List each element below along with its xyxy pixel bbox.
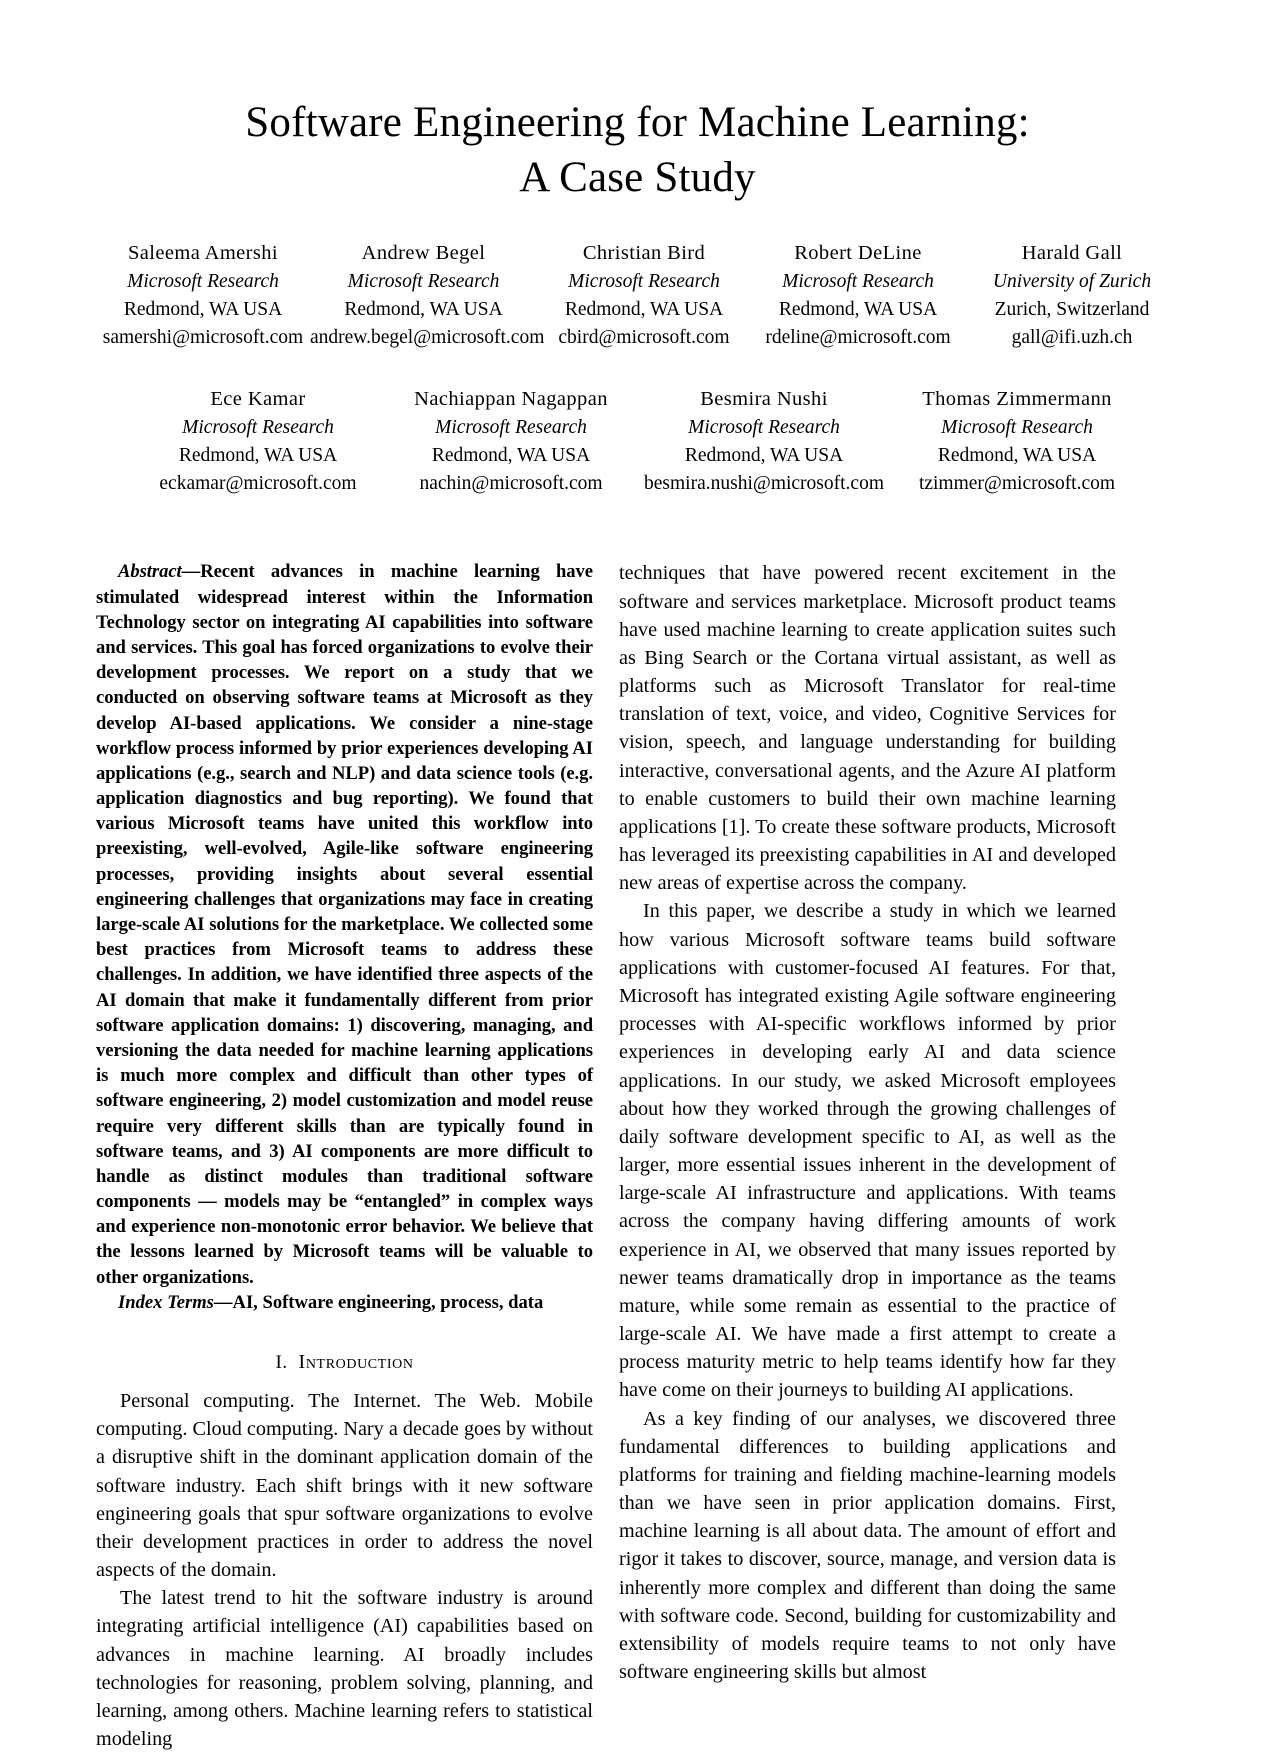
author-affiliation: Microsoft Research bbox=[347, 271, 500, 293]
abstract-paragraph: Abstract—Recent advances in machine lear… bbox=[96, 559, 593, 1289]
index-terms-dash: — bbox=[213, 1291, 233, 1313]
paper-title-block: Software Engineering for Machine Learnin… bbox=[0, 0, 1275, 205]
author-name: Besmira Nushi bbox=[700, 388, 828, 411]
author-entry: Nachiappan Nagappan Microsoft Research R… bbox=[385, 385, 638, 497]
author-location: Redmond, WA USA bbox=[564, 298, 724, 320]
author-email: tzimmer@microsoft.com bbox=[918, 472, 1116, 494]
author-email: nachin@microsoft.com bbox=[419, 472, 603, 494]
author-entry: Saleema Amershi Microsoft Research Redmo… bbox=[96, 239, 310, 351]
author-name: Thomas Zimmermann bbox=[922, 388, 1112, 411]
intro-paragraph-5: As a key finding of our analyses, we dis… bbox=[619, 1407, 1116, 1684]
author-email: gall@ifi.uzh.ch bbox=[1011, 326, 1133, 348]
author-affiliation: Microsoft Research bbox=[435, 417, 587, 439]
paper-title-line-1: Software Engineering for Machine Learnin… bbox=[245, 99, 1030, 146]
intro-paragraph-2: The latest trend to hit the software ind… bbox=[96, 1587, 593, 1751]
author-name: Harald Gall bbox=[1021, 242, 1123, 265]
author-entry: Thomas Zimmermann Microsoft Research Red… bbox=[891, 385, 1144, 497]
author-email: samershi@microsoft.com bbox=[102, 326, 304, 348]
author-location: Redmond, WA USA bbox=[123, 298, 283, 320]
author-affiliation: Microsoft Research bbox=[568, 271, 720, 293]
author-email: rdeline@microsoft.com bbox=[765, 326, 951, 348]
author-location: Zurich, Switzerland bbox=[994, 298, 1150, 320]
author-email: eckamar@microsoft.com bbox=[159, 472, 357, 494]
author-location: Redmond, WA USA bbox=[431, 445, 591, 467]
author-affiliation: Microsoft Research bbox=[688, 417, 840, 439]
author-block: Saleema Amershi Microsoft Research Redmo… bbox=[0, 239, 1275, 497]
author-location: Redmond, WA USA bbox=[778, 298, 938, 320]
author-name: Christian Bird bbox=[582, 242, 706, 265]
author-name: Ece Kamar bbox=[210, 388, 306, 411]
body-columns: Abstract—Recent advances in machine lear… bbox=[0, 559, 1275, 1753]
section-title: Introduction bbox=[298, 1351, 414, 1374]
author-row-2: Ece Kamar Microsoft Research Redmond, WA… bbox=[95, 385, 1180, 497]
author-entry: Andrew Begel Microsoft Research Redmond,… bbox=[310, 239, 545, 351]
author-email: andrew.begel@microsoft.com bbox=[310, 326, 545, 348]
author-affiliation: Microsoft Research bbox=[782, 271, 934, 293]
author-entry: Besmira Nushi Microsoft Research Redmond… bbox=[638, 385, 891, 497]
intro-paragraph-4: In this paper, we describe a study in wh… bbox=[619, 900, 1116, 1402]
abstract-label: Abstract bbox=[118, 561, 182, 583]
author-entry: Ece Kamar Microsoft Research Redmond, WA… bbox=[132, 385, 385, 497]
author-name: Saleema Amershi bbox=[127, 242, 279, 265]
author-location: Redmond, WA USA bbox=[684, 445, 844, 467]
column-left: Abstract—Recent advances in machine lear… bbox=[96, 559, 593, 1753]
author-affiliation: University of Zurich bbox=[992, 271, 1152, 293]
index-terms-label: Index Terms bbox=[118, 1291, 214, 1313]
index-terms-paragraph: Index Terms—AI, Software engineering, pr… bbox=[96, 1290, 593, 1315]
author-affiliation: Microsoft Research bbox=[941, 417, 1093, 439]
intro-paragraph-1: Personal computing. The Internet. The We… bbox=[96, 1390, 593, 1582]
author-name: Andrew Begel bbox=[361, 242, 486, 265]
author-location: Redmond, WA USA bbox=[178, 445, 338, 467]
author-name: Nachiappan Nagappan bbox=[414, 388, 608, 411]
section-number: I. bbox=[275, 1352, 288, 1374]
author-location: Redmond, WA USA bbox=[344, 298, 503, 320]
author-entry: Robert DeLine Microsoft Research Redmond… bbox=[751, 239, 965, 351]
author-name: Robert DeLine bbox=[794, 242, 922, 265]
author-entry: Harald Gall University of Zurich Zurich,… bbox=[965, 239, 1179, 351]
paper-title-line-2: A Case Study bbox=[519, 154, 756, 202]
column-right: techniques that have powered recent exci… bbox=[619, 559, 1116, 1753]
author-location: Redmond, WA USA bbox=[937, 445, 1097, 467]
abstract-dash: — bbox=[181, 561, 201, 583]
author-entry: Christian Bird Microsoft Research Redmon… bbox=[537, 239, 751, 351]
author-email: besmira.nushi@microsoft.com bbox=[644, 472, 884, 494]
author-row-1: Saleema Amershi Microsoft Research Redmo… bbox=[95, 239, 1180, 351]
author-email: cbird@microsoft.com bbox=[558, 326, 730, 348]
paper-page: Software Engineering for Machine Learnin… bbox=[0, 0, 1275, 1750]
intro-paragraph-3: techniques that have powered recent exci… bbox=[619, 562, 1116, 895]
abstract-text: Recent advances in machine learning have… bbox=[96, 561, 593, 1288]
index-terms-text: AI, Software engineering, process, data bbox=[232, 1291, 544, 1313]
section-heading-introduction: I. Introduction bbox=[96, 1351, 593, 1374]
author-affiliation: Microsoft Research bbox=[182, 417, 334, 439]
author-affiliation: Microsoft Research bbox=[127, 271, 279, 293]
